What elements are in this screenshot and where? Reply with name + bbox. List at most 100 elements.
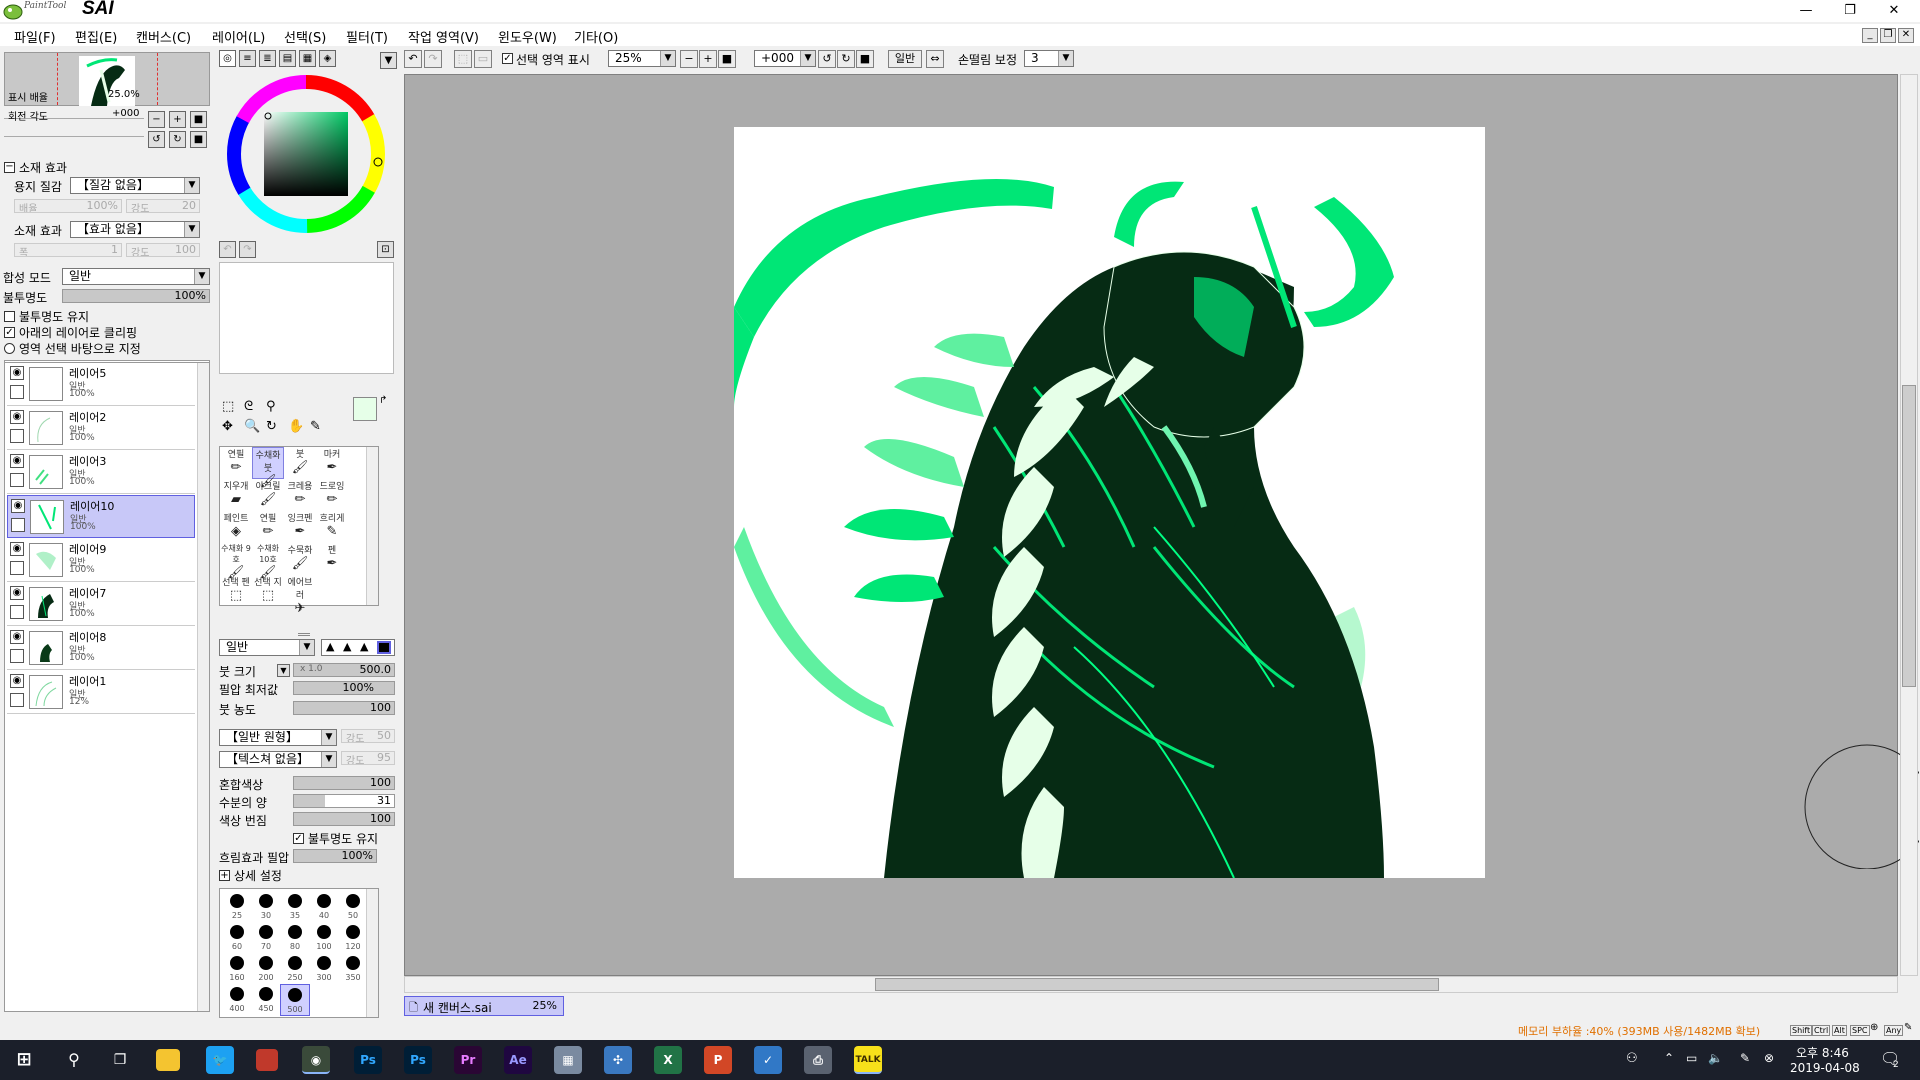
lock-checkbox[interactable] [10, 385, 24, 399]
canvas-zoom-out-icon[interactable]: − [680, 50, 698, 68]
canvas-rotate-reset-icon[interactable]: ■ [856, 50, 874, 68]
material-effect-select[interactable]: 【효과 없음】 ▼ [70, 221, 200, 238]
tool-watercolor-10[interactable]: 수채화 10호 🖌 [252, 543, 284, 580]
menu-select[interactable]: 선택(S) [284, 27, 326, 46]
vertical-scrollbar[interactable] [1900, 74, 1918, 976]
zoom-icon[interactable]: 🔍 [244, 419, 260, 434]
network-app-icon[interactable]: ✣ [604, 1046, 632, 1074]
layer-row[interactable]: ◉ 레이어9 일반 100% [7, 539, 195, 582]
office-icon[interactable] [256, 1049, 278, 1071]
lock-checkbox[interactable] [10, 429, 24, 443]
brush-size-preset[interactable]: 25 [222, 891, 252, 923]
menu-filter[interactable]: 필터(T) [346, 27, 388, 46]
tool-airbrush[interactable]: 에어브러 ✈ [284, 575, 316, 616]
eyedropper-icon[interactable]: ✎ [310, 419, 321, 434]
after-effects-icon[interactable]: Ae [504, 1046, 532, 1074]
brush-size-slider[interactable]: x 1.0 500.0 [293, 663, 395, 677]
canvas-rotate-left-icon[interactable]: ↺ [818, 50, 836, 68]
panel-menu-icon[interactable]: ▼ [380, 52, 397, 69]
stabilizer-select[interactable]: 3 ▼ [1024, 50, 1074, 67]
tool-bucket[interactable]: 페인트 ◈ [220, 511, 252, 543]
panel-expand-icon[interactable]: ⊡ [377, 241, 394, 258]
color-mix-icon[interactable]: ▤ [279, 50, 296, 67]
layer-row[interactable]: ◉ 레이어1 일반 12% [7, 671, 195, 714]
zoom-out-icon[interactable]: − [148, 111, 165, 128]
layer-row[interactable]: ◉ 레이어7 일반 100% [7, 583, 195, 626]
min-pressure-slider[interactable]: 100% [293, 681, 395, 695]
collapse-material-icon[interactable]: − [4, 162, 15, 173]
hwp-icon[interactable]: ✓ [754, 1046, 782, 1074]
water-slider[interactable]: 31 [293, 794, 395, 808]
document-tab[interactable]: 🗋 새 캔버스.sai 25% [404, 996, 564, 1016]
eye-icon[interactable]: ◉ [10, 454, 24, 468]
lock-checkbox[interactable] [10, 473, 24, 487]
flip-horizontal-icon[interactable]: ⇔ [926, 50, 944, 68]
selection-source-radio[interactable] [4, 343, 15, 354]
tool-watercolor[interactable]: 수채화붓 🖌 [252, 447, 284, 489]
tool-eraser[interactable]: 지우개 ▰ [220, 479, 252, 511]
tool-drawing[interactable]: 드로잉 ✏ [316, 479, 348, 511]
color-wheel-icon[interactable]: ◎ [219, 50, 236, 67]
menu-layer[interactable]: 레이어(L) [212, 27, 265, 46]
eye-icon[interactable]: ◉ [10, 542, 24, 556]
swatches-icon[interactable]: ▦ [299, 50, 316, 67]
angle-select[interactable]: +000 ▼ [754, 50, 816, 67]
keep-opacity-checkbox[interactable] [4, 311, 15, 322]
magic-wand-icon[interactable]: ⚲ [266, 399, 276, 414]
canvas-zoom-in-icon[interactable]: + [699, 50, 717, 68]
pen-tray-icon[interactable]: ✎ [1740, 1051, 1750, 1065]
opacity-slider[interactable]: 100% [62, 289, 210, 303]
zoom-select[interactable]: 25% ▼ [608, 50, 676, 67]
blend-mode-select[interactable]: 일반 ▼ [62, 268, 210, 285]
brush-size-dropdown-icon[interactable]: ▼ [277, 664, 290, 677]
brush-shape-select[interactable]: 【일반 원형】 ▼ [219, 729, 337, 746]
tool-select-eraser[interactable]: 선택 지 ⬚ [252, 575, 284, 607]
rotate-icon[interactable]: ↻ [266, 419, 277, 434]
brush-size-preset[interactable]: 40 [309, 891, 339, 923]
view-mode-button[interactable]: 일반 [888, 50, 922, 68]
tool-pen[interactable]: 펜 ✒ [316, 543, 348, 575]
rotate-right-icon[interactable]: ↻ [169, 131, 186, 148]
undo-icon[interactable]: ↶ [404, 50, 422, 68]
task-view-icon[interactable]: ❐ [106, 1046, 134, 1074]
paper-texture-select[interactable]: 【질감 없음】 ▼ [70, 177, 200, 194]
show-selection-checkbox[interactable]: ✓ [502, 53, 513, 64]
brush-size-preset[interactable]: 300 [309, 953, 339, 985]
mdi-close-icon[interactable]: ✕ [1898, 28, 1914, 43]
menu-workspace[interactable]: 작업 영역(V) [408, 27, 479, 46]
tool-select-pen[interactable]: 선택 펜 ⬚ [220, 575, 252, 607]
brush-size-preset[interactable]: 35 [280, 891, 310, 923]
expand-advanced-icon[interactable]: + [219, 870, 230, 881]
network-icon[interactable]: ▭ [1686, 1051, 1697, 1065]
rotate-reset-icon[interactable]: ■ [190, 131, 207, 148]
tool-crayon[interactable]: 크레용 ✏ [284, 479, 316, 511]
zoom-in-icon[interactable]: + [169, 111, 186, 128]
printer-icon[interactable]: ⎙ [804, 1046, 832, 1074]
brush-edge-selector[interactable]: ▲ ▲ ▲ [321, 639, 395, 656]
minimize-icon[interactable]: — [1784, 0, 1828, 22]
kakaotalk-icon[interactable]: TALK [854, 1046, 882, 1074]
brush-size-preset[interactable]: 350 [338, 953, 368, 985]
tool-blur[interactable]: 흐리게 ✎ [316, 511, 348, 543]
restore-icon[interactable]: ❐ [1828, 0, 1872, 22]
photoshop-icon[interactable]: Ps [354, 1046, 382, 1074]
tool-grid-scrollbar[interactable] [366, 447, 378, 605]
move-icon[interactable]: ✥ [222, 419, 233, 434]
clock-time[interactable]: 오후 8:46 [1796, 1044, 1849, 1061]
tool-pencil[interactable]: 연필 ✏ [220, 447, 252, 479]
color-wheel[interactable] [225, 73, 387, 238]
lock-checkbox[interactable] [10, 649, 24, 663]
scratchpad-area[interactable] [219, 262, 394, 374]
search-icon[interactable]: ⚲ [60, 1046, 88, 1074]
mdi-minimize-icon[interactable]: _ [1862, 28, 1878, 43]
rgb-slider-icon[interactable]: ≡ [239, 50, 256, 67]
horizontal-scroll-thumb[interactable] [875, 978, 1439, 991]
brush-size-preset[interactable]: 500 [280, 984, 310, 1016]
brush-size-preset[interactable]: 250 [280, 953, 310, 985]
eye-icon[interactable]: ◉ [10, 410, 24, 424]
tool-inkpen[interactable]: 잉크펜 ✒ [284, 511, 316, 543]
horizontal-scrollbar[interactable] [404, 976, 1898, 993]
eye-icon[interactable]: ◉ [10, 586, 24, 600]
hsv-slider-icon[interactable]: ≣ [259, 50, 276, 67]
persistence-slider[interactable]: 100 [293, 812, 395, 826]
